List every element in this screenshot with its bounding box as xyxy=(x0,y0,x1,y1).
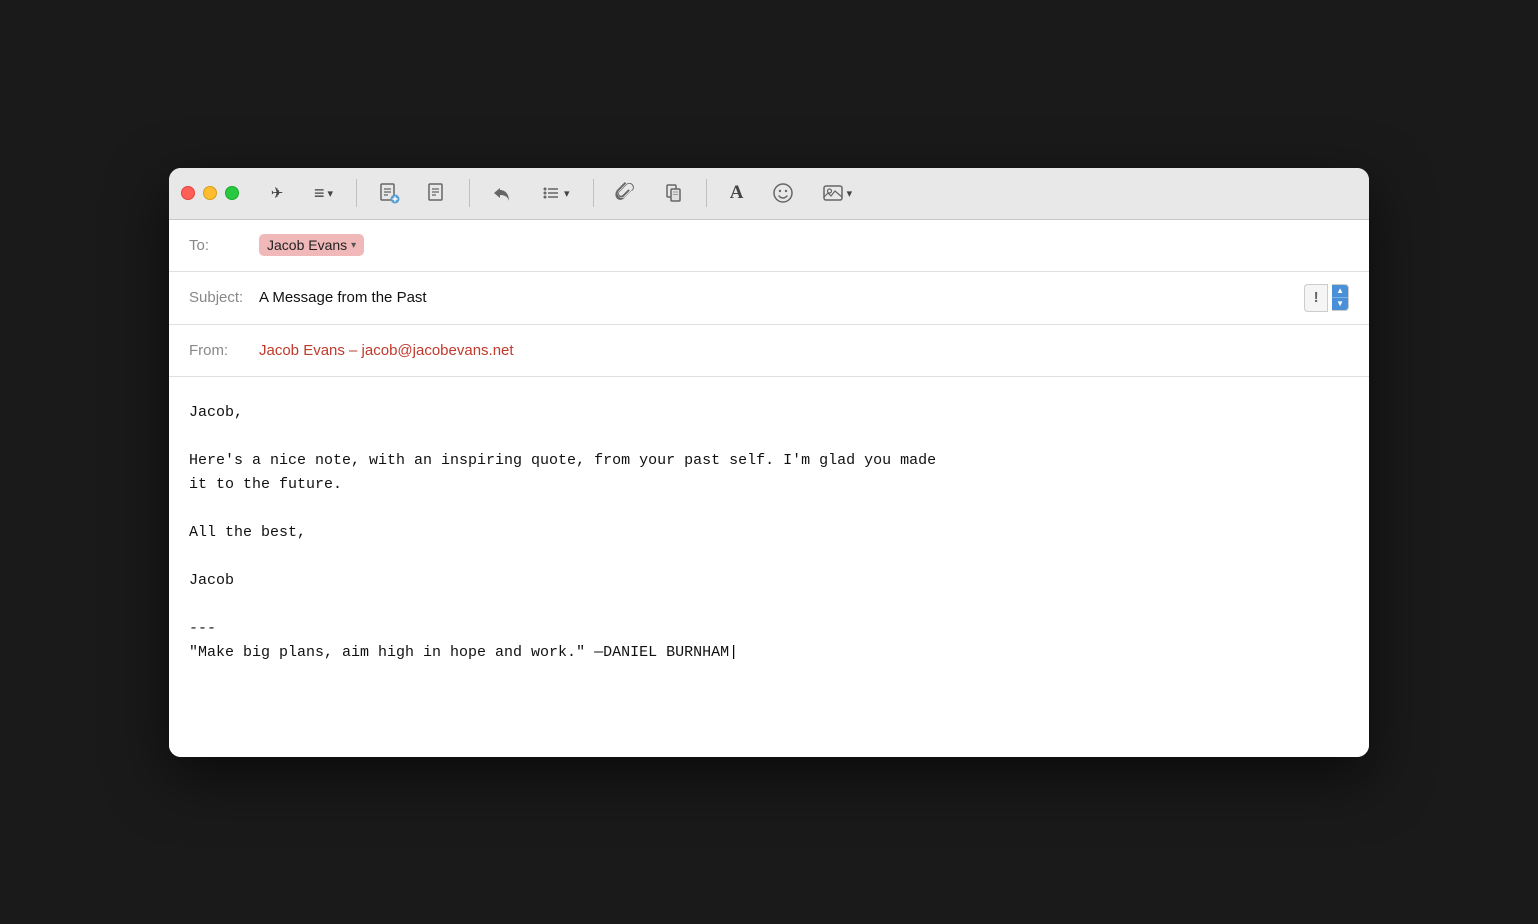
photo-icon xyxy=(822,182,844,204)
subject-label: Subject: xyxy=(189,289,259,306)
from-value[interactable]: Jacob Evans – jacob@jacobevans.net xyxy=(259,342,514,359)
attach2-icon xyxy=(663,182,685,204)
minimize-button[interactable] xyxy=(203,186,217,200)
emoji-icon xyxy=(772,182,794,204)
close-button[interactable] xyxy=(181,186,195,200)
to-row: To: Jacob Evans ▾ xyxy=(169,220,1369,272)
photo-chevron-icon xyxy=(847,184,853,202)
from-label: From: xyxy=(189,342,259,359)
titlebar: A xyxy=(169,168,1369,220)
subject-row: Subject: A Message from the Past ! ▲ ▼ xyxy=(169,272,1369,325)
bullet-list-icon xyxy=(541,183,561,203)
send-icon xyxy=(271,184,284,203)
attach-button[interactable] xyxy=(606,175,646,211)
separator-4 xyxy=(706,179,707,207)
priority-controls: ! ▲ ▼ xyxy=(1304,284,1349,312)
reply-button[interactable] xyxy=(482,175,522,211)
bullet-list-button[interactable] xyxy=(530,175,581,211)
attach-icon xyxy=(615,182,637,204)
to-label: To: xyxy=(189,237,259,254)
chevron-down-icon xyxy=(328,184,334,202)
font-icon: A xyxy=(730,182,744,204)
maximize-button[interactable] xyxy=(225,186,239,200)
priority-up-arrow[interactable]: ▲ xyxy=(1332,285,1348,298)
photo-button[interactable] xyxy=(811,175,864,211)
separator-3 xyxy=(593,179,594,207)
separator-2 xyxy=(469,179,470,207)
separator-1 xyxy=(356,179,357,207)
priority-bang: ! xyxy=(1304,284,1328,312)
subject-field[interactable]: A Message from the Past xyxy=(259,289,1304,306)
priority-down-arrow[interactable]: ▼ xyxy=(1332,298,1348,310)
font-button[interactable]: A xyxy=(719,175,755,211)
recipient-chevron-icon: ▾ xyxy=(351,240,356,251)
email-body[interactable]: Jacob, Here's a nice note, with an inspi… xyxy=(169,377,1369,757)
attach2-button[interactable] xyxy=(654,175,694,211)
from-row: From: Jacob Evans – jacob@jacobevans.net xyxy=(169,325,1369,377)
doc-button[interactable] xyxy=(417,175,457,211)
compose-area: To: Jacob Evans ▾ Subject: A Message fro… xyxy=(169,220,1369,757)
compose-window: A To: Jacob Evans xyxy=(169,168,1369,757)
priority-arrows[interactable]: ▲ ▼ xyxy=(1332,284,1349,310)
list-button[interactable] xyxy=(303,175,344,211)
reply-icon xyxy=(491,182,513,204)
emoji-button[interactable] xyxy=(763,175,803,211)
list-icon xyxy=(314,183,325,204)
bullet-list-chevron-icon xyxy=(564,184,570,202)
recipient-name: Jacob Evans xyxy=(267,237,347,253)
cursor xyxy=(729,644,738,661)
new-doc-button[interactable] xyxy=(369,175,409,211)
traffic-lights xyxy=(181,186,239,200)
send-button[interactable] xyxy=(259,175,295,211)
new-doc-icon xyxy=(378,182,400,204)
recipient-tag[interactable]: Jacob Evans ▾ xyxy=(259,234,364,256)
doc-icon xyxy=(426,182,448,204)
